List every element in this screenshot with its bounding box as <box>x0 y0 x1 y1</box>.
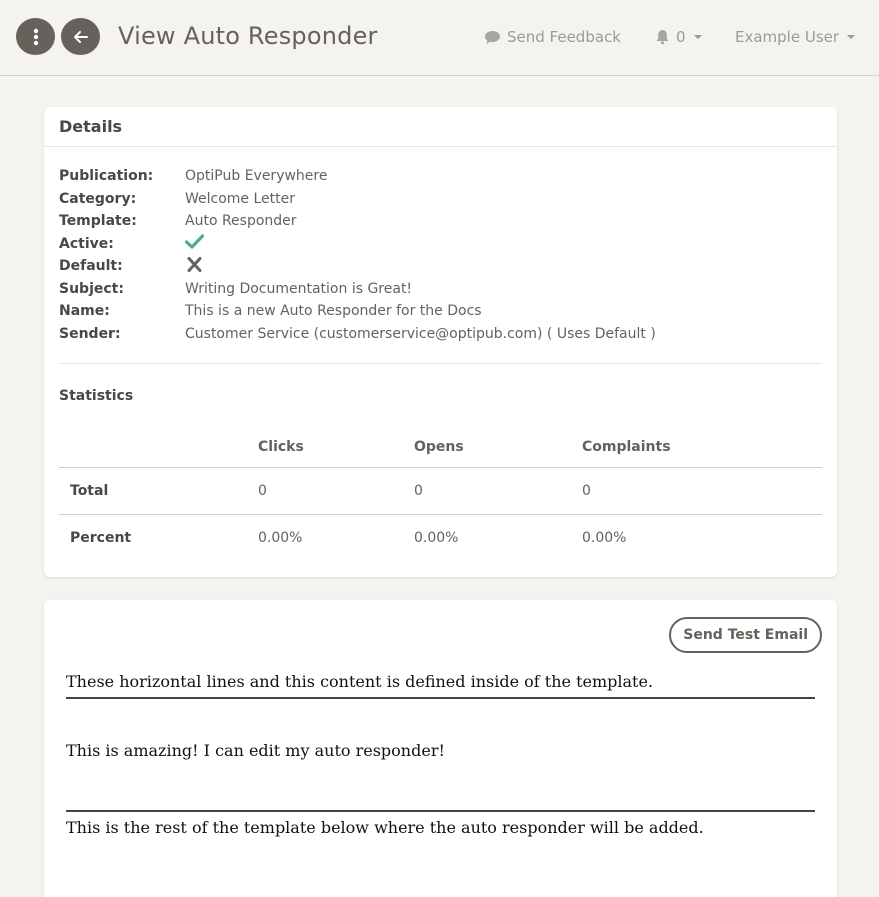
bell-icon <box>656 30 669 45</box>
detail-label: Category: <box>59 190 137 207</box>
detail-value: This is a new Auto Responder for the Doc… <box>185 303 482 320</box>
detail-label: Template: <box>59 213 137 230</box>
details-list: Publication: OptiPub Everywhere Category… <box>59 165 656 345</box>
check-icon <box>184 234 205 249</box>
detail-label: Sender: <box>59 325 121 342</box>
x-icon <box>187 256 202 272</box>
cell-clicks: 0 <box>258 467 414 515</box>
row-label: Percent <box>70 529 132 546</box>
send-feedback-label: Send Feedback <box>507 28 621 46</box>
email-horizontal-rule <box>66 810 815 812</box>
send-test-email-button[interactable]: Send Test Email <box>669 617 822 653</box>
arrow-left-icon <box>73 30 88 43</box>
detail-label: Active: <box>59 235 114 252</box>
cell-complaints: 0.00% <box>582 529 627 546</box>
send-feedback-link[interactable]: Send Feedback <box>484 28 621 46</box>
detail-label: Subject: <box>59 280 124 297</box>
detail-value: Auto Responder <box>185 213 297 230</box>
detail-row-category: Category: Welcome Letter <box>59 188 656 211</box>
detail-row-active: Active: <box>59 233 656 256</box>
table-row: Percent 0.00% 0.00% 0.00% <box>59 514 822 561</box>
detail-row-default: Default: <box>59 255 656 278</box>
chat-bubble-icon <box>485 30 500 44</box>
row-label: Total <box>59 467 258 515</box>
cell-opens: 0 <box>414 467 582 515</box>
user-menu-dropdown[interactable]: Example User <box>735 28 856 46</box>
back-button[interactable] <box>61 18 100 55</box>
table-row: Total 0 0 0 <box>59 467 822 515</box>
vertical-dots-icon <box>33 28 38 45</box>
detail-label: Publication: <box>59 168 154 185</box>
menu-button[interactable] <box>16 18 55 55</box>
detail-value-active <box>184 234 205 253</box>
user-name: Example User <box>735 28 840 46</box>
detail-value: Writing Documentation is Great! <box>185 280 413 297</box>
email-template-footer-text: This is the rest of the template below w… <box>66 818 704 837</box>
detail-value: Welcome Letter <box>185 190 296 207</box>
section-divider <box>59 363 822 364</box>
caret-down-icon <box>847 35 856 39</box>
detail-label: Default: <box>59 258 123 275</box>
column-header-complaints: Complaints <box>582 427 822 468</box>
notification-count: 0 <box>676 28 686 46</box>
details-card-title: Details <box>44 107 837 147</box>
detail-value-default <box>185 256 204 276</box>
notifications-dropdown[interactable]: 0 <box>655 28 702 46</box>
statistics-title: Statistics <box>59 388 134 404</box>
email-preview-body: These horizontal lines and this content … <box>66 672 815 837</box>
column-header-clicks: Clicks <box>258 427 414 468</box>
column-header <box>59 427 258 468</box>
detail-row-publication: Publication: OptiPub Everywhere <box>59 165 656 188</box>
cell-complaints: 0 <box>582 467 822 515</box>
detail-value: OptiPub Everywhere <box>185 168 328 185</box>
detail-value: Customer Service (customerservice@optipu… <box>185 325 656 342</box>
detail-row-template: Template: Auto Responder <box>59 210 656 233</box>
email-content-text: This is amazing! I can edit my auto resp… <box>66 741 445 760</box>
table-header-row: Clicks Opens Complaints <box>59 427 822 468</box>
detail-row-sender: Sender: Customer Service (customerservic… <box>59 323 656 346</box>
page-title: View Auto Responder <box>118 22 378 50</box>
detail-row-name: Name: This is a new Auto Responder for t… <box>59 300 656 323</box>
statistics-table: Clicks Opens Complaints Total 0 0 0 Perc… <box>59 427 822 561</box>
email-template-header-text: These horizontal lines and this content … <box>66 672 815 699</box>
detail-label: Name: <box>59 303 110 320</box>
details-card: Details Publication: OptiPub Everywhere … <box>44 107 837 577</box>
caret-down-icon <box>693 35 702 39</box>
column-header-opens: Opens <box>414 427 582 468</box>
top-navbar: View Auto Responder Send Feedback 0 Exam… <box>0 0 879 76</box>
detail-row-subject: Subject: Writing Documentation is Great! <box>59 278 656 301</box>
cell-opens: 0.00% <box>414 529 459 546</box>
cell-clicks: 0.00% <box>258 529 303 546</box>
email-preview-card: Send Test Email These horizontal lines a… <box>44 600 837 897</box>
